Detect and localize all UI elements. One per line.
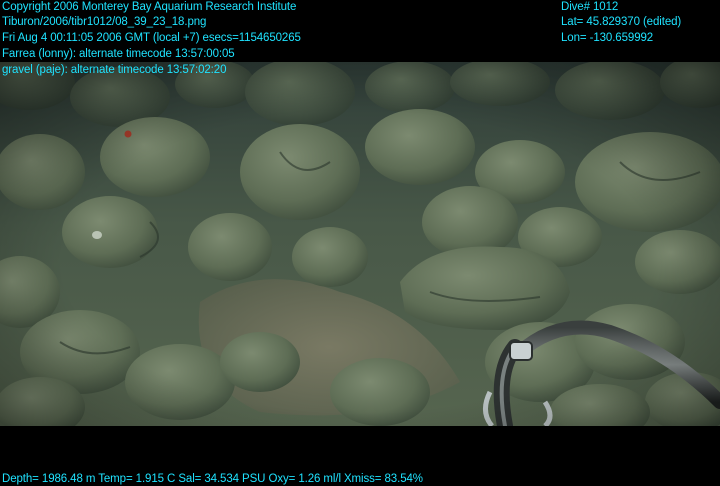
dive-number-text: Dive# 1012 bbox=[561, 1, 619, 13]
timecode-gravel-text: gravel (paje): alternate timecode 13:57:… bbox=[2, 64, 227, 76]
file-path-text: Tiburon/2006/tibr1012/08_39_23_18.png bbox=[2, 16, 207, 28]
seafloor-scene bbox=[0, 62, 720, 426]
latitude-text: Lat= 45.829370 (edited) bbox=[561, 16, 682, 28]
copyright-text: Copyright 2006 Monterey Bay Aquarium Res… bbox=[2, 1, 297, 13]
video-frame: Copyright 2006 Monterey Bay Aquarium Res… bbox=[0, 0, 720, 486]
datetime-text: Fri Aug 4 00:11:05 2006 GMT (local +7) e… bbox=[2, 32, 301, 44]
vignette bbox=[0, 62, 720, 426]
longitude-text: Lon= -130.659992 bbox=[561, 32, 654, 44]
sensor-readout-text: Depth= 1986.48 m Temp= 1.915 C Sal= 34.5… bbox=[2, 473, 423, 485]
timecode-farrea-text: Farrea (lonny): alternate timecode 13:57… bbox=[2, 48, 235, 60]
